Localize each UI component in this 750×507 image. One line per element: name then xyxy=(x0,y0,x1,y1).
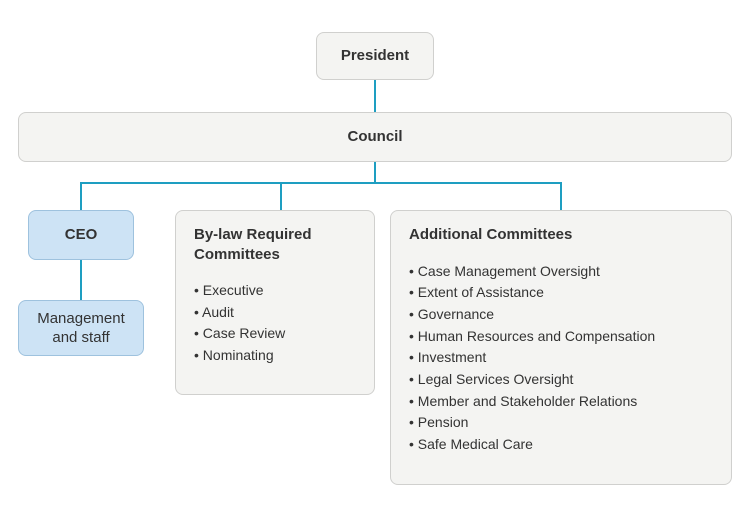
list-item: Legal Services Oversight xyxy=(409,369,713,391)
list-item: Executive xyxy=(194,280,356,302)
connector-to-bylaw xyxy=(280,182,282,210)
connector-ceo-mgmt xyxy=(80,260,82,300)
list-item: Member and Stakeholder Relations xyxy=(409,391,713,413)
bylaw-list: ExecutiveAuditCase ReviewNominating xyxy=(194,280,356,367)
president-label: President xyxy=(341,46,409,66)
list-item: Investment xyxy=(409,347,713,369)
additional-title: Additional Committees xyxy=(409,225,713,245)
list-item: Human Resources and Compensation xyxy=(409,326,713,348)
list-item: Governance xyxy=(409,304,713,326)
list-item: Nominating xyxy=(194,345,356,367)
connector-to-ceo xyxy=(80,182,82,210)
list-item: Pension xyxy=(409,412,713,434)
list-item: Safe Medical Care xyxy=(409,434,713,456)
node-ceo: CEO xyxy=(28,210,134,260)
ceo-label: CEO xyxy=(65,225,98,245)
node-bylaw-committees: By-law Required Committees ExecutiveAudi… xyxy=(175,210,375,395)
connector-president-council xyxy=(374,80,376,112)
node-management-staff: Management and staff xyxy=(18,300,144,356)
node-council: Council xyxy=(18,112,732,162)
mgmt-label: Management and staff xyxy=(37,309,125,348)
list-item: Audit xyxy=(194,302,356,324)
connector-branch-horizontal xyxy=(80,182,562,184)
council-label: Council xyxy=(348,127,403,147)
node-additional-committees: Additional Committees Case Management Ov… xyxy=(390,210,732,485)
list-item: Case Management Oversight xyxy=(409,261,713,283)
node-president: President xyxy=(316,32,434,80)
list-item: Extent of Assistance xyxy=(409,282,713,304)
list-item: Case Review xyxy=(194,323,356,345)
bylaw-title: By-law Required Committees xyxy=(194,225,356,264)
additional-list: Case Management OversightExtent of Assis… xyxy=(409,261,713,456)
connector-council-down xyxy=(374,162,376,182)
connector-to-additional xyxy=(560,182,562,210)
